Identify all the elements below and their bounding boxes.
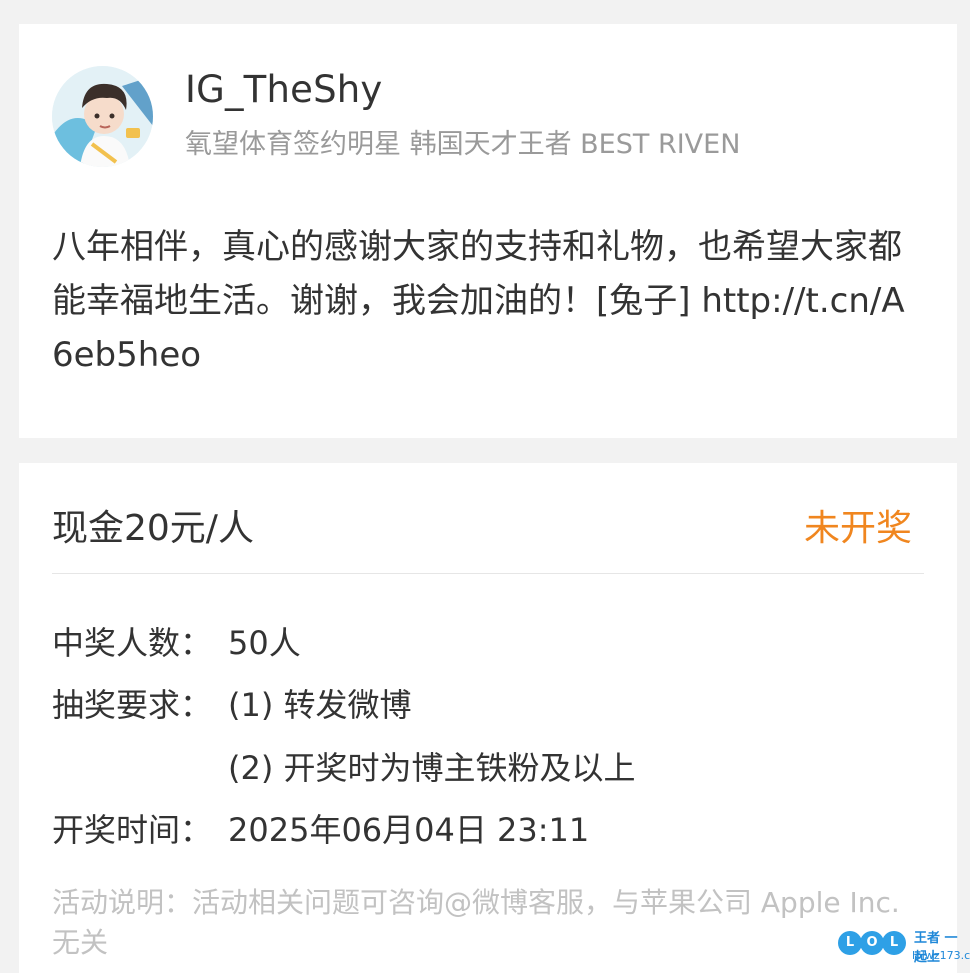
user-bio: 氧望体育签约明星 韩国天才王者 BEST RIVEN xyxy=(185,129,741,160)
status-badge: 未开奖 xyxy=(803,508,912,549)
watermark-url: lolwz173.com xyxy=(912,949,970,962)
requirement-1: (1) 转发微博 xyxy=(228,686,412,724)
prize-title: 现金20元/人 xyxy=(52,508,254,549)
avatar[interactable] xyxy=(52,66,153,167)
post-text: 八年相伴，真心的感谢大家的支持和礼物，也希望大家都能幸福地生活。谢谢，我会加油的… xyxy=(52,220,922,382)
winners-label: 中奖人数： xyxy=(52,624,213,662)
draw-time-label: 开奖时间： xyxy=(52,811,213,849)
watermark-letter-l1: L xyxy=(838,931,862,955)
winners-row: 中奖人数： 50人 xyxy=(52,618,301,664)
avatar-illustration xyxy=(52,66,153,167)
post-card: IG_TheShy 氧望体育签约明星 韩国天才王者 BEST RIVEN 八年相… xyxy=(19,24,957,438)
lottery-card: 现金20元/人 未开奖 中奖人数： 50人 抽奖要求： (1) 转发微博 (2) 开… xyxy=(19,463,957,973)
requirements-label: 抽奖要求： xyxy=(52,686,213,724)
draw-time-value: 2025年06月04日 23:11 xyxy=(228,811,590,849)
username[interactable]: IG_TheShy xyxy=(185,68,383,111)
watermark-letter-o: O xyxy=(860,931,884,955)
requirements-row-2: (2) 开奖时为博主铁粉及以上 xyxy=(52,743,636,789)
requirements-row: 抽奖要求： (1) 转发微博 xyxy=(52,680,412,726)
disclaimer: 活动说明：活动相关问题可咨询@微博客服，与苹果公司 Apple Inc. 无关 xyxy=(52,886,900,959)
divider xyxy=(52,573,924,574)
watermark-letter-l2: L xyxy=(882,931,906,955)
draw-time-row: 开奖时间： 2025年06月04日 23:11 xyxy=(52,805,589,851)
site-watermark: L O L 王者 一起上 lolwz173.com xyxy=(838,925,970,969)
winners-value: 50人 xyxy=(228,624,301,662)
requirement-2: (2) 开奖时为博主铁粉及以上 xyxy=(228,749,636,787)
